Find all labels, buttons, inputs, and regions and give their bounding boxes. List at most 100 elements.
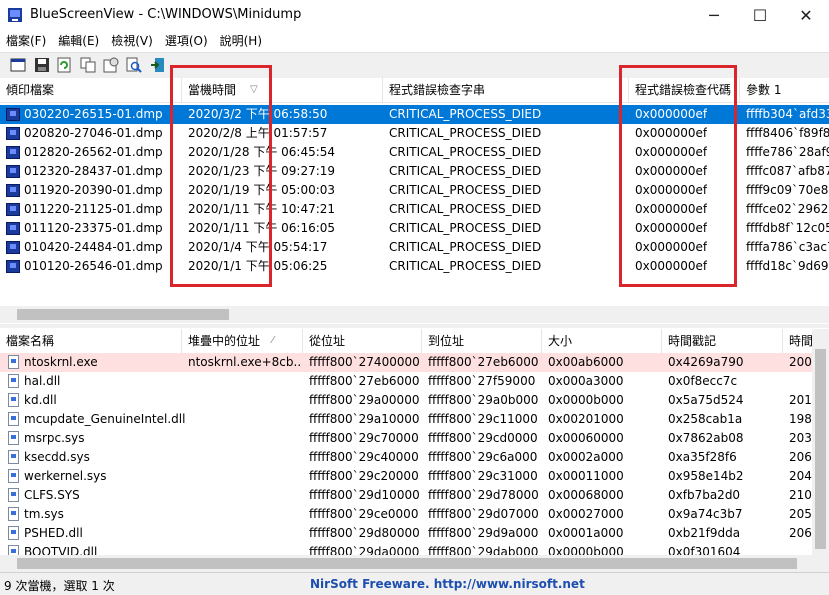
scrollbar-thumb[interactable] [17, 309, 229, 320]
driver-filename: CLFS.SYS [24, 488, 80, 502]
driver-row[interactable]: CLFS.SYS fffff800`29d10000 fffff800`29d7… [0, 486, 829, 505]
html-report-icon[interactable] [103, 57, 119, 73]
dump-file-name: 010120-26546-01.dmp [24, 259, 163, 273]
sort-indicator-icon: ▽ [250, 84, 258, 95]
crash-list-horizontal-scrollbar[interactable] [0, 306, 829, 323]
address-in-stack [188, 524, 300, 543]
column-header-timestamp[interactable]: 時間戳記 [662, 329, 783, 353]
driver-filename: hal.dll [24, 374, 61, 388]
column-header-filename[interactable]: 檔案名稱 [0, 329, 182, 353]
toolbar [0, 52, 829, 79]
driver-row[interactable]: mcupdate_GenuineIntel.dll fffff800`29a10… [0, 410, 829, 429]
size: 0x000a3000 [548, 374, 624, 388]
driver-row[interactable]: PSHED.dll fffff800`29d80000 fffff800`29d… [0, 524, 829, 543]
menu-options[interactable]: 選項(O) [159, 31, 214, 51]
column-header-bug-check-string[interactable]: 程式錯誤檢查字串 [383, 78, 629, 102]
menu-help[interactable]: 說明(H) [214, 31, 268, 51]
driver-file-icon [8, 526, 19, 540]
timestamp: 0x7862ab08 [668, 431, 744, 445]
crash-row[interactable]: 011220-21125-01.dmp 2020/1/11 下午 10:47:2… [0, 200, 829, 219]
app-icon [8, 8, 22, 22]
minimize-button[interactable]: ─ [691, 0, 737, 31]
time-stamp-date: 210 [789, 488, 812, 502]
address-in-stack [188, 410, 300, 429]
size: 0x00068000 [548, 488, 624, 502]
pane-splitter[interactable] [0, 324, 829, 328]
driver-list-vertical-scrollbar[interactable] [812, 329, 829, 555]
column-header-bug-check-code[interactable]: 程式錯誤檢查代碼 [629, 78, 740, 102]
find-icon[interactable] [126, 57, 142, 73]
crash-row[interactable]: 020820-27046-01.dmp 2020/2/8 上午 01:57:57… [0, 124, 829, 143]
menu-edit[interactable]: 編輯(E) [52, 31, 105, 51]
column-header-crash-time[interactable]: 當機時間 ▽ [182, 78, 383, 102]
crash-row[interactable]: 011120-23375-01.dmp 2020/1/11 下午 06:16:0… [0, 219, 829, 238]
menu-view[interactable]: 檢視(V) [105, 31, 159, 51]
refresh-icon[interactable] [56, 57, 72, 73]
sort-indicator-icon: ⁄ [272, 335, 274, 346]
crash-row[interactable]: 011920-20390-01.dmp 2020/1/19 下午 05:00:0… [0, 181, 829, 200]
parameter-1: ffffd18c`9d692 [746, 259, 829, 273]
to-address: fffff800`29d9a000 [428, 526, 539, 540]
column-header-parameter-1[interactable]: 參數 1 [740, 78, 829, 102]
size: 0x0001a000 [548, 526, 624, 540]
menu-file[interactable]: 檔案(F) [0, 31, 52, 51]
dump-file-icon [6, 203, 20, 216]
driver-row[interactable]: ksecdd.sys fffff800`29c40000 fffff800`29… [0, 448, 829, 467]
timestamp: 0x0f8ecc7c [668, 374, 738, 388]
bug-check-code: 0x000000ef [635, 202, 708, 216]
exit-icon[interactable] [150, 57, 166, 73]
properties-icon[interactable] [10, 57, 26, 73]
column-header-to-address[interactable]: 到位址 [422, 329, 542, 353]
maximize-button[interactable]: ☐ [737, 0, 783, 31]
crash-row[interactable]: 012320-28437-01.dmp 2020/1/23 下午 09:27:1… [0, 162, 829, 181]
driver-row[interactable]: werkernel.sys fffff800`29c20000 fffff800… [0, 467, 829, 486]
driver-file-icon [8, 507, 19, 521]
timestamp: 0x958e14b2 [668, 469, 744, 483]
save-icon[interactable] [34, 57, 50, 73]
column-header-from-address[interactable]: 從位址 [303, 329, 422, 353]
scrollbar-thumb[interactable] [17, 558, 797, 569]
to-address: fffff800`29d78000 [428, 488, 539, 502]
driver-row[interactable]: ntoskrnl.exe ntoskrnl.exe+8cb... fffff80… [0, 353, 829, 372]
crash-row[interactable]: 030220-26515-01.dmp 2020/3/2 下午 06:58:50… [0, 105, 829, 124]
driver-row[interactable]: tm.sys fffff800`29ce0000 fffff800`29d070… [0, 505, 829, 524]
column-header-size[interactable]: 大小 [542, 329, 662, 353]
crash-time: 2020/3/2 下午 06:58:50 [188, 107, 328, 121]
dump-file-name: 012820-26562-01.dmp [24, 145, 163, 159]
scrollbar-thumb[interactable] [815, 349, 826, 549]
crash-row[interactable]: 010120-26546-01.dmp 2020/1/1 下午 05:06:25… [0, 257, 829, 276]
crash-time: 2020/1/1 下午 05:06:25 [188, 259, 328, 273]
bug-check-string: CRITICAL_PROCESS_DIED [389, 183, 542, 197]
size: 0x00060000 [548, 431, 624, 445]
column-header-address-in-stack[interactable]: 堆疊中的位址 ⁄ [182, 329, 303, 353]
driver-row[interactable]: msrpc.sys fffff800`29c70000 fffff800`29c… [0, 429, 829, 448]
timestamp: 0x5a75d524 [668, 393, 744, 407]
copy-icon[interactable] [80, 57, 96, 73]
window-title: BlueScreenView - C:\WINDOWS\Minidump [30, 7, 302, 22]
bug-check-code: 0x000000ef [635, 145, 708, 159]
bug-check-string: CRITICAL_PROCESS_DIED [389, 240, 542, 254]
nirsoft-link[interactable]: NirSoft Freeware. http://www.nirsoft.net [310, 577, 585, 591]
crash-time: 2020/1/28 下午 06:45:54 [188, 145, 336, 159]
time-stamp-date: 198 [789, 412, 812, 426]
size: 0x00027000 [548, 507, 624, 521]
status-crash-count: 9 次當機，選取 1 次 [4, 579, 115, 593]
close-button[interactable]: ✕ [783, 0, 829, 31]
driver-row[interactable]: hal.dll fffff800`27eb6000 fffff800`27f59… [0, 372, 829, 391]
to-address: fffff800`29c31000 [428, 469, 538, 483]
minimize-icon: ─ [709, 6, 719, 25]
dump-file-icon [6, 165, 20, 178]
time-stamp-date: 201 [789, 393, 812, 407]
column-header-dump-file[interactable]: 傾印檔案 [0, 78, 182, 102]
crash-row[interactable]: 010420-24484-01.dmp 2020/1/4 下午 05:54:17… [0, 238, 829, 257]
time-stamp-date: 206 [789, 450, 812, 464]
dump-file-icon [6, 184, 20, 197]
bug-check-string: CRITICAL_PROCESS_DIED [389, 164, 542, 178]
driver-row[interactable]: kd.dll fffff800`29a00000 fffff800`29a0b0… [0, 391, 829, 410]
driver-filename: mcupdate_GenuineIntel.dll [24, 412, 186, 426]
crash-row[interactable]: 012820-26562-01.dmp 2020/1/28 下午 06:45:5… [0, 143, 829, 162]
driver-list-header: 檔案名稱 堆疊中的位址 ⁄ 從位址 到位址 大小 時間戳記 時間 [0, 329, 829, 354]
driver-list-horizontal-scrollbar[interactable] [0, 555, 829, 572]
dump-file-name: 011120-23375-01.dmp [24, 221, 163, 235]
status-bar: 9 次當機，選取 1 次 NirSoft Freeware. http://ww… [0, 572, 829, 595]
